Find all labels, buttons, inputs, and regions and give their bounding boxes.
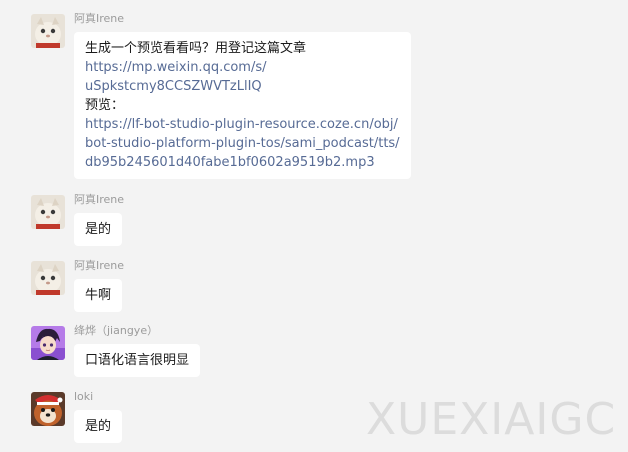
message-link[interactable]: bot-studio-platform-plugin-tos/sami_podc… xyxy=(85,134,400,153)
sender-name: 阿真Irene xyxy=(74,193,125,206)
message-text: 是的 xyxy=(85,222,112,237)
sender-name: loki xyxy=(74,390,94,403)
message-bubble[interactable]: 生成一个预览看看吗？用登记这篇文章 https://mp.weixin.qq.c… xyxy=(74,32,411,179)
cat-avatar-icon[interactable] xyxy=(31,261,65,295)
watermark: XUEXIAIGC xyxy=(366,394,617,445)
message-text: 口语化语言很明显 xyxy=(85,353,190,368)
message-text: 是的 xyxy=(85,419,112,434)
sender-name: 阿真Irene xyxy=(74,12,125,25)
message-link[interactable]: https://lf-bot-studio-plugin-resource.co… xyxy=(85,115,400,134)
message-link[interactable]: https://mp.weixin.qq.com/s/ xyxy=(85,58,400,77)
message-text: 生成一个预览看看吗？用登记这篇文章 xyxy=(85,41,307,56)
message-text: 预览： xyxy=(85,98,125,113)
message-bubble[interactable]: 是的 xyxy=(74,213,123,246)
message-bubble[interactable]: 是的 xyxy=(74,410,123,443)
sender-name: 阿真Irene xyxy=(74,259,125,272)
anime-avatar-icon[interactable] xyxy=(31,326,65,360)
cat-avatar-icon[interactable] xyxy=(31,195,65,229)
message-link[interactable]: db95b245601d40fabe1bf0602a9519b2.mp3 xyxy=(85,153,400,172)
message-text: 牛啊 xyxy=(85,288,112,303)
chat-message-list: 阿真Irene 生成一个预览看看吗？用登记这篇文章 https://mp.wei… xyxy=(0,0,628,452)
message-bubble[interactable]: 口语化语言很明显 xyxy=(74,344,201,377)
sender-name: 绛烨（jiangye） xyxy=(74,324,159,337)
message-bubble[interactable]: 牛啊 xyxy=(74,279,123,312)
dog-avatar-icon[interactable] xyxy=(31,392,65,426)
cat-avatar-icon[interactable] xyxy=(31,14,65,48)
message-link[interactable]: uSpkstcmy8CCSZWVTzLlIQ xyxy=(85,77,400,96)
